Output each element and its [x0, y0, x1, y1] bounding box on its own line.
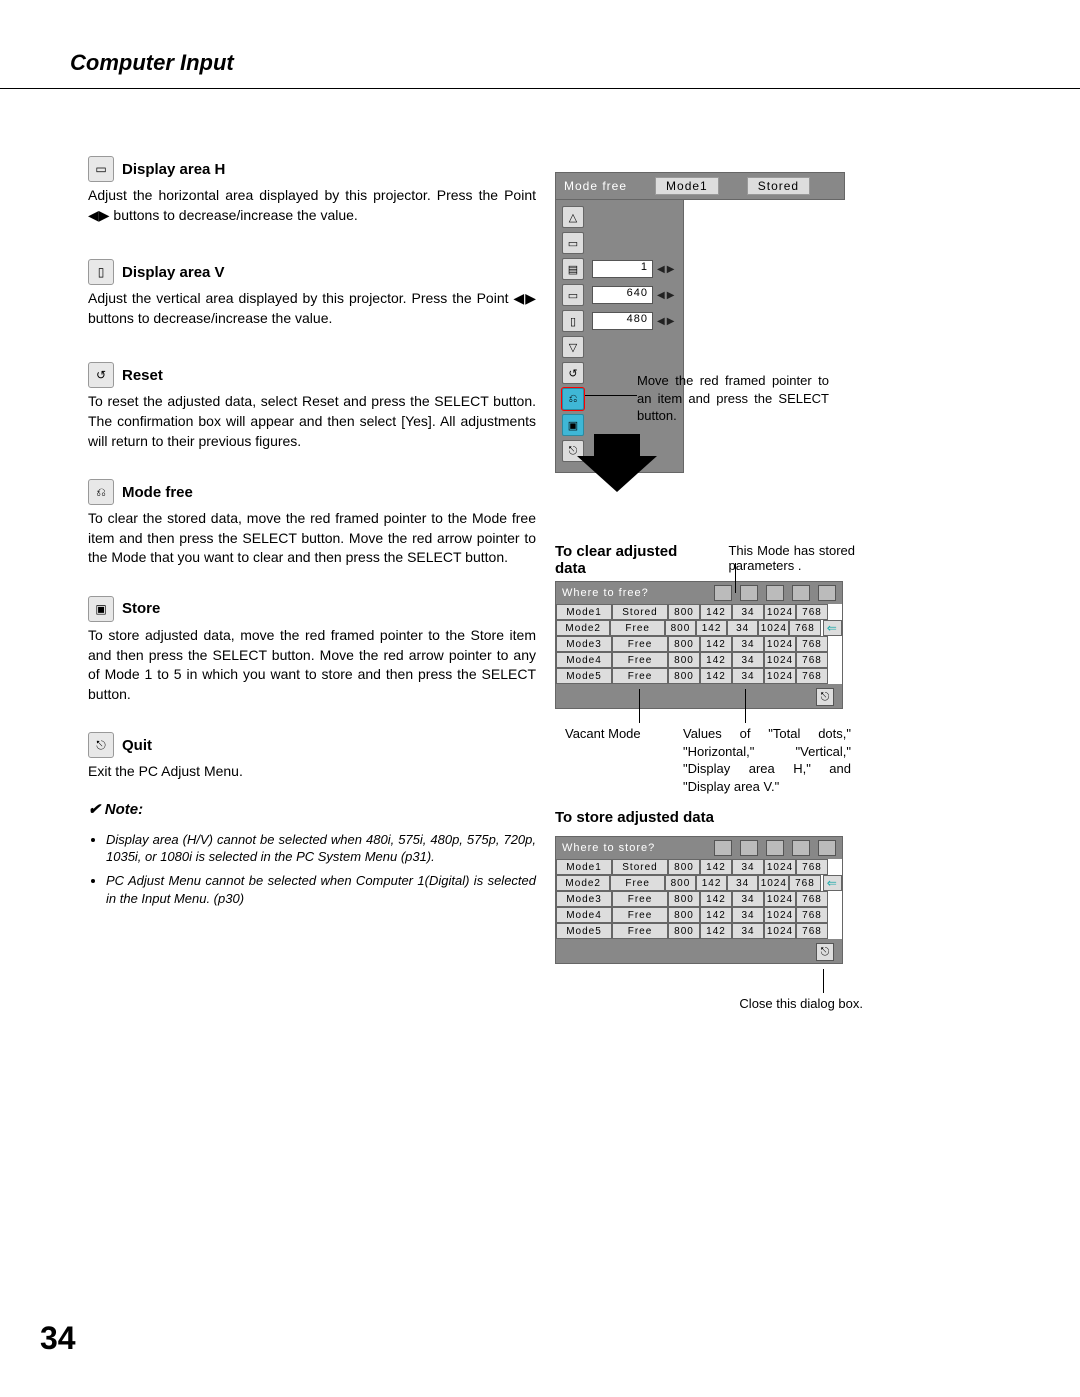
reset-item-icon[interactable]: ↺ [562, 362, 584, 384]
row-pointer-icon: ⇐ [823, 620, 842, 636]
display-h-icon: ▭ [88, 156, 114, 182]
header-col-icon [740, 840, 758, 856]
item-icon[interactable]: ▯ [562, 310, 584, 332]
table-row[interactable]: Mode5Free800142341024768 [556, 923, 842, 939]
display-h-title: Display area H [122, 161, 225, 178]
header-col-icon [766, 585, 784, 601]
up-arrow-icon[interactable]: △ [562, 206, 584, 228]
store-body: To store adjusted data, move the red fra… [88, 626, 536, 704]
item-icon[interactable]: ▭ [562, 284, 584, 306]
close-icon[interactable]: ⎋ [816, 688, 834, 706]
lr-arrows-icon[interactable]: ◀▶ [657, 316, 674, 327]
header-col-icon [766, 840, 784, 856]
table-row[interactable]: Mode3Free800142341024768 [556, 891, 842, 907]
left-column: ▭ Display area H Adjust the horizontal a… [88, 156, 536, 920]
table-row[interactable]: Mode1Stored800142341024768 [556, 604, 842, 620]
quit-body: Exit the PC Adjust Menu. [88, 762, 536, 782]
mode-free-body: To clear the stored data, move the red f… [88, 509, 536, 568]
store-item[interactable]: ▣ [562, 414, 584, 436]
section-display-v: ▯ Display area V Adjust the vertical are… [88, 259, 536, 328]
table-row[interactable]: Mode3Free800142341024768 [556, 636, 842, 652]
table-row[interactable]: Mode5Free800142341024768 [556, 668, 842, 684]
menu-list: △ ▭ ▤1◀▶ ▭640◀▶ ▯480◀▶ ▽ ↺ ⎌ ▣ ⎋ [555, 200, 684, 473]
reset-icon: ↺ [88, 362, 114, 388]
close-callout: Close this dialog box. [723, 995, 863, 1013]
clear-data-block: To clear adjusted data This Mode has sto… [555, 543, 855, 709]
clear-title: To clear adjusted data [555, 543, 710, 577]
display-area-icon[interactable]: ▭ [562, 232, 584, 254]
table-row[interactable]: Mode2Free800142341024768⇐ [556, 620, 842, 636]
value-box[interactable]: 640 [592, 286, 653, 304]
header-col-icon [740, 585, 758, 601]
section-store: ▣ Store To store adjusted data, move the… [88, 596, 536, 704]
display-v-icon: ▯ [88, 259, 114, 285]
reset-body: To reset the adjusted data, select Reset… [88, 392, 536, 451]
store-data-block: To store adjusted data Where to store? M… [555, 809, 855, 964]
header-col-icon [792, 585, 810, 601]
row-pointer-icon: ⇐ [823, 875, 842, 891]
header-col-icon [792, 840, 810, 856]
lr-arrows-icon[interactable]: ◀▶ [657, 290, 674, 301]
close-icon[interactable]: ⎋ [816, 943, 834, 961]
store-title: To store adjusted data [555, 809, 855, 826]
table-header-title: Where to free? [562, 587, 649, 599]
section-quit: ⎋ Quit Exit the PC Adjust Menu. [88, 732, 536, 782]
where-to-store-table: Where to store? Mode1Stored8001423410247… [555, 836, 843, 964]
tab-mode-free: Mode free [564, 179, 627, 193]
display-v-body: Adjust the vertical area displayed by th… [88, 289, 536, 328]
mode-free-title: Mode free [122, 484, 193, 501]
pc-adjust-menu: Mode free Mode1 Stored △ ▭ ▤ 1 ◀▶ ▭ 640 ◀▶ ▯… [555, 172, 855, 473]
page-number: 34 [40, 1320, 76, 1357]
values-callout: Values of "Total dots," "Horizontal," "V… [683, 725, 851, 795]
header-col-icon [818, 840, 836, 856]
pointer-hint: Move the red framed pointer to an item a… [637, 372, 829, 425]
mode-free-item-selected[interactable]: ⎌ [562, 388, 584, 410]
quit-title: Quit [122, 737, 152, 754]
vacant-mode-callout: Vacant Mode [565, 725, 675, 743]
header-col-icon [818, 585, 836, 601]
reset-title: Reset [122, 367, 163, 384]
store-icon: ▣ [88, 596, 114, 622]
clear-side-note: This Mode has stored parameters . [728, 543, 855, 577]
store-title: Store [122, 600, 160, 617]
table-footer: ⎋ [556, 939, 842, 963]
page-title: Computer Input [70, 50, 1010, 76]
table-header-title: Where to store? [562, 842, 655, 854]
right-column: Mode free Mode1 Stored △ ▭ ▤ 1 ◀▶ ▭ 640 ◀▶ ▯… [555, 172, 855, 964]
table-row[interactable]: Mode2Free800142341024768⇐ [556, 875, 842, 891]
item-icon[interactable]: ▤ [562, 258, 584, 280]
section-mode-free: ⎌ Mode free To clear the stored data, mo… [88, 479, 536, 568]
note-heading: ✔ Note: [88, 800, 536, 818]
page: Computer Input ▭ Display area H Adjust t… [0, 0, 1080, 1397]
display-h-body: Adjust the horizontal area displayed by … [88, 186, 536, 225]
section-display-h: ▭ Display area H Adjust the horizontal a… [88, 156, 536, 225]
mode-free-icon: ⎌ [88, 479, 114, 505]
menu-tabs: Mode free Mode1 Stored [555, 172, 845, 200]
value-box[interactable]: 1 [592, 260, 653, 278]
quit-icon: ⎋ [88, 732, 114, 758]
tab-stored: Stored [747, 177, 810, 195]
value-box[interactable]: 480 [592, 312, 653, 330]
table-row[interactable]: Mode4Free800142341024768 [556, 652, 842, 668]
section-reset: ↺ Reset To reset the adjusted data, sele… [88, 362, 536, 451]
big-arrow-icon [577, 434, 657, 492]
title-underline [0, 88, 1080, 89]
tab-mode1: Mode1 [655, 177, 719, 195]
where-to-free-table: Where to free? Mode1Stored80014234102476… [555, 581, 843, 709]
header-col-icon [714, 585, 732, 601]
note-item: PC Adjust Menu cannot be selected when C… [106, 872, 536, 907]
table-header: Where to store? [556, 837, 842, 859]
table-header: Where to free? [556, 582, 842, 604]
lr-arrows-icon[interactable]: ◀▶ [657, 264, 674, 275]
table-footer: ⎋ [556, 684, 842, 708]
table-row[interactable]: Mode1Stored800142341024768 [556, 859, 842, 875]
note-item: Display area (H/V) cannot be selected wh… [106, 831, 536, 866]
header-col-icon [714, 840, 732, 856]
display-v-title: Display area V [122, 264, 225, 281]
down-arrow-icon[interactable]: ▽ [562, 336, 584, 358]
table-row[interactable]: Mode4Free800142341024768 [556, 907, 842, 923]
note-list: Display area (H/V) cannot be selected wh… [88, 831, 536, 907]
